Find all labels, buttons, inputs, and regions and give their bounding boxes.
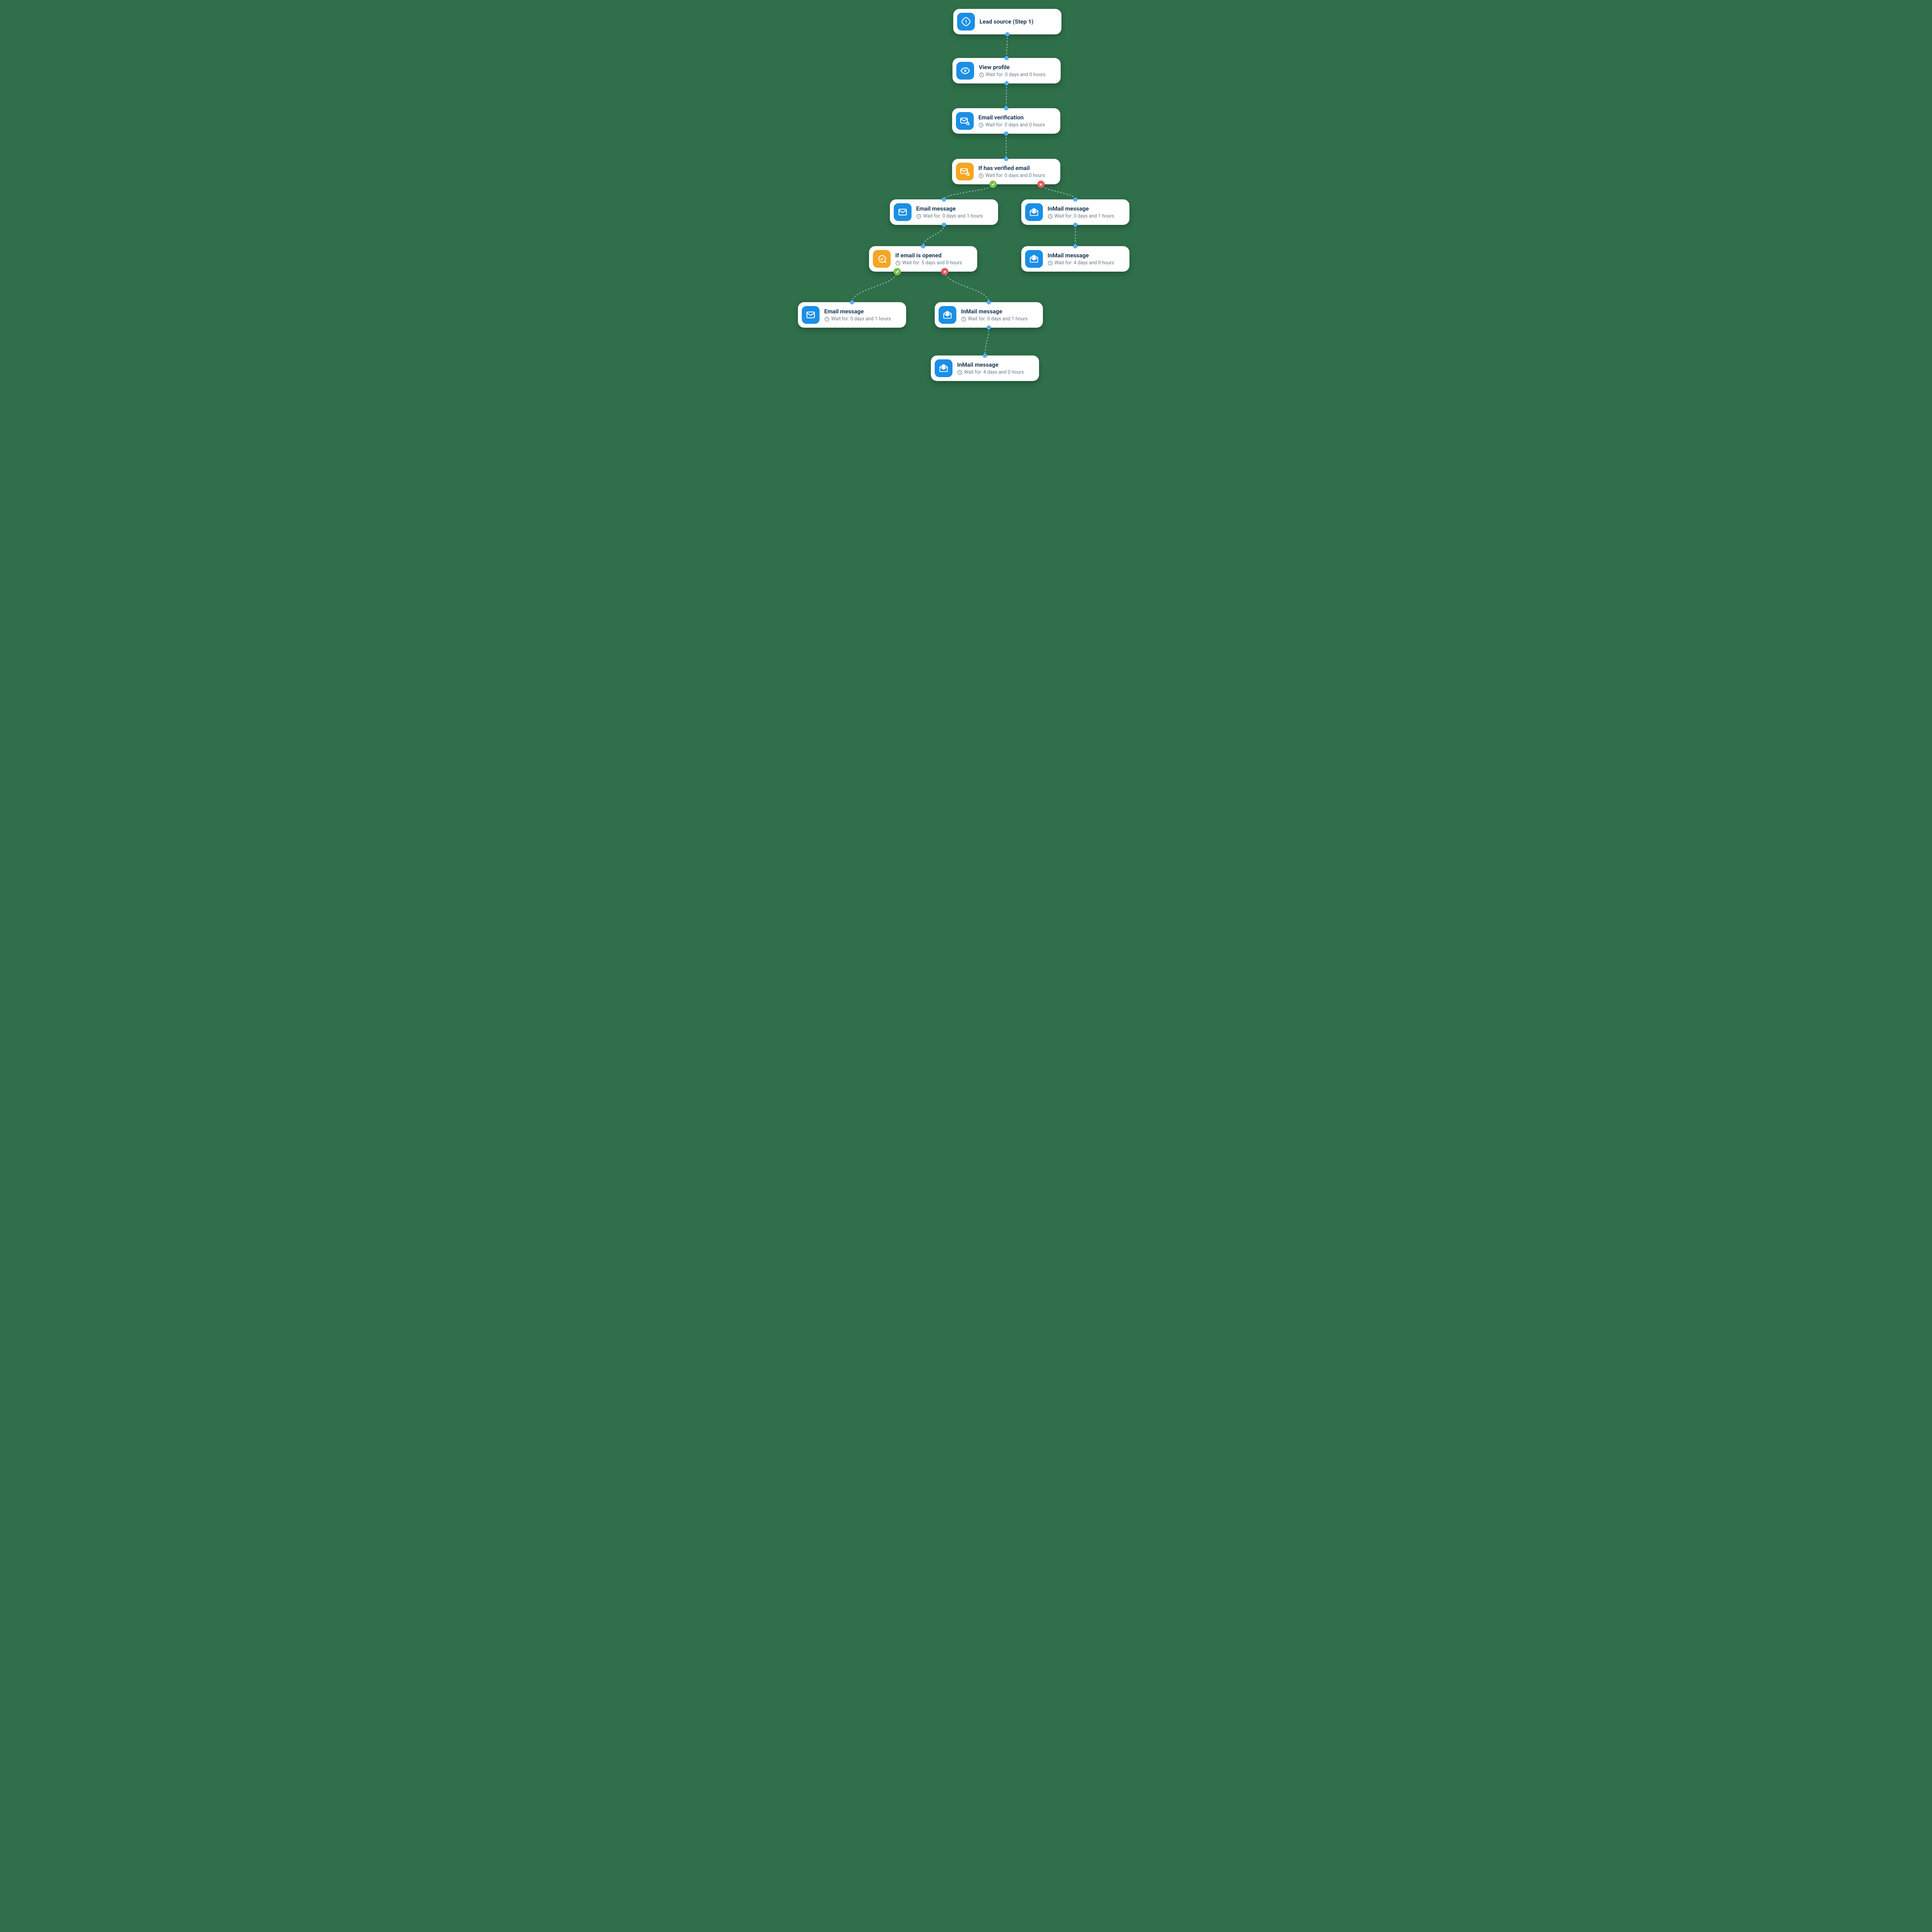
svg-text:in: in bbox=[946, 312, 949, 315]
node-inmailD[interactable]: in InMail messageWait for: 4 days and 0 h… bbox=[931, 355, 1039, 381]
node-title: InMail message bbox=[1048, 252, 1114, 259]
node-lead[interactable]: 1 Lead source (Step 1) bbox=[953, 9, 1061, 34]
node-title: Email verification bbox=[978, 114, 1045, 121]
node-title: InMail message bbox=[957, 361, 1024, 368]
node-wait: Wait for: 5 days and 0 hours bbox=[895, 260, 962, 266]
svg-text:in: in bbox=[1033, 209, 1035, 213]
svg-text:in: in bbox=[1033, 256, 1035, 259]
port-out bbox=[1005, 32, 1010, 37]
node-inmailB[interactable]: in InMail messageWait for: 4 days and 0 h… bbox=[1021, 246, 1129, 272]
node-wait: Wait for: 0 days and 0 hours bbox=[978, 122, 1045, 128]
inmail-icon: in bbox=[939, 306, 956, 324]
port-out bbox=[1005, 82, 1009, 86]
port-in bbox=[921, 244, 925, 248]
node-inmailC[interactable]: in InMail messageWait for: 0 days and 1 h… bbox=[935, 302, 1043, 328]
node-title: Email message bbox=[824, 308, 891, 315]
node-cond1[interactable]: If has verified emailWait for: 0 days an… bbox=[952, 159, 1060, 184]
inmail-icon: in bbox=[1025, 203, 1043, 221]
inmail-icon: in bbox=[935, 359, 952, 377]
node-wait: Wait for: 0 days and 1 hours bbox=[916, 213, 983, 219]
node-view[interactable]: View profileWait for: 0 days and 0 hours bbox=[952, 58, 1061, 83]
node-emailA[interactable]: Email messageWait for: 0 days and 1 hour… bbox=[890, 199, 998, 225]
port-out bbox=[987, 326, 991, 330]
port-in bbox=[987, 300, 991, 304]
port-out bbox=[1004, 132, 1009, 136]
branch-false-badge bbox=[1037, 181, 1044, 188]
branch-false-badge bbox=[941, 268, 949, 276]
branch-true-badge bbox=[990, 181, 997, 188]
node-title: View profile bbox=[979, 64, 1046, 71]
node-wait: Wait for: 4 days and 0 hours bbox=[957, 369, 1024, 375]
port-in bbox=[942, 197, 946, 202]
port-in bbox=[1004, 106, 1009, 111]
node-wait: Wait for: 0 days and 1 hours bbox=[1048, 213, 1114, 219]
node-title: InMail message bbox=[1048, 205, 1114, 212]
node-wait: Wait for: 0 days and 0 hours bbox=[979, 72, 1046, 78]
port-out bbox=[1073, 223, 1078, 227]
workflow-canvas: 1Lead source (Step 1)View profileWait fo… bbox=[730, 0, 1202, 383]
node-title: If email is opened bbox=[895, 252, 962, 259]
node-wait: Wait for: 0 days and 0 hours bbox=[978, 173, 1045, 179]
port-in bbox=[850, 300, 854, 304]
svg-text:in: in bbox=[942, 365, 945, 369]
mail-icon bbox=[894, 203, 912, 221]
port-in bbox=[1004, 157, 1009, 161]
svg-text:1: 1 bbox=[965, 19, 968, 24]
inmail-icon: in bbox=[1025, 250, 1043, 268]
step1-icon: 1 bbox=[957, 13, 975, 31]
mail-search-icon bbox=[956, 163, 974, 180]
mail-icon bbox=[802, 306, 820, 324]
mail-search-icon bbox=[956, 112, 974, 130]
port-out bbox=[942, 223, 946, 227]
node-title: Email message bbox=[916, 205, 983, 212]
node-wait: Wait for: 0 days and 1 hours bbox=[824, 316, 891, 322]
port-in bbox=[1005, 56, 1009, 60]
node-wait: Wait for: 0 days and 1 hours bbox=[961, 316, 1028, 322]
node-emailB[interactable]: Email messageWait for: 0 days and 1 hour… bbox=[798, 302, 906, 328]
chat-check-icon bbox=[873, 250, 891, 268]
node-verify[interactable]: Email verificationWait for: 0 days and 0… bbox=[952, 108, 1060, 134]
node-cond2[interactable]: If email is openedWait for: 5 days and 0… bbox=[869, 246, 977, 272]
node-wait: Wait for: 4 days and 0 hours bbox=[1048, 260, 1114, 266]
node-inmailA[interactable]: in InMail messageWait for: 0 days and 1 h… bbox=[1021, 199, 1129, 225]
port-in bbox=[983, 354, 987, 358]
node-title: InMail message bbox=[961, 308, 1028, 315]
node-title: Lead source (Step 1) bbox=[980, 18, 1034, 25]
port-in bbox=[1073, 244, 1078, 248]
branch-true-badge bbox=[893, 268, 901, 276]
eye-icon bbox=[956, 62, 974, 80]
node-title: If has verified email bbox=[978, 165, 1045, 172]
port-in bbox=[1073, 197, 1078, 202]
